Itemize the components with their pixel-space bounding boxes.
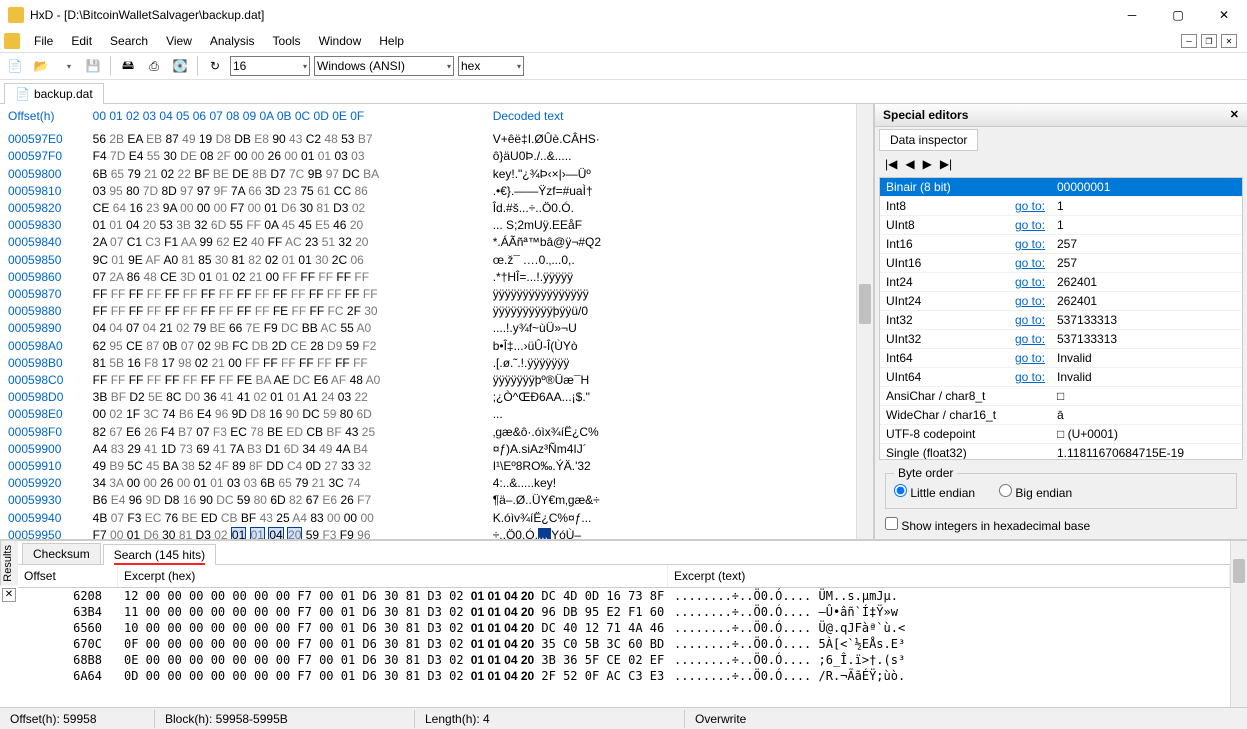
byteorder-group: Byte order <box>894 466 957 480</box>
menu-view[interactable]: View <box>158 32 200 50</box>
menu-search[interactable]: Search <box>102 32 156 50</box>
col-offset[interactable]: Offset <box>18 565 118 587</box>
result-row[interactable]: 670C0F 00 00 00 00 00 00 00 F7 00 01 D6 … <box>18 636 1230 652</box>
side-close-button[interactable]: ✕ <box>1230 108 1239 122</box>
ram-button[interactable]: ⎙ <box>143 55 165 77</box>
data-inspector-tab[interactable]: Data inspector <box>879 129 978 151</box>
menu-edit[interactable]: Edit <box>63 32 100 50</box>
mdi-close[interactable]: ✕ <box>1221 34 1237 48</box>
app-icon <box>8 7 24 23</box>
result-row[interactable]: 6A640D 00 00 00 00 00 00 00 F7 00 01 D6 … <box>18 668 1230 684</box>
refresh-button[interactable]: ↻ <box>204 55 226 77</box>
result-row[interactable]: 68B80E 00 00 00 00 00 00 00 F7 00 01 D6 … <box>18 652 1230 668</box>
status-mode: Overwrite <box>685 710 1247 728</box>
col-excerpt-text[interactable]: Excerpt (text) <box>668 565 1230 587</box>
menu-window[interactable]: Window <box>311 32 370 50</box>
disk2-button[interactable]: 💽 <box>169 55 191 77</box>
checksum-tab[interactable]: Checksum <box>22 543 101 564</box>
open-file-button[interactable]: 📂 <box>30 55 52 77</box>
new-file-button[interactable]: 📄 <box>4 55 26 77</box>
mdi-restore[interactable]: ❐ <box>1201 34 1217 48</box>
hex-base-checkbox[interactable]: Show integers in hexadecimal base <box>885 517 1090 533</box>
window-title: HxD - [D:\BitcoinWalletSalvager\backup.d… <box>30 8 264 22</box>
little-endian-radio[interactable]: Little endian <box>894 484 975 500</box>
bytes-per-row-select[interactable]: 16▾ <box>230 56 310 76</box>
results-grid[interactable]: Offset Excerpt (hex) Excerpt (text) 6208… <box>18 565 1230 707</box>
file-tab-label: backup.dat <box>34 87 93 101</box>
results-scrollbar[interactable] <box>1230 541 1247 707</box>
inspector-row[interactable]: Int16go to:257 <box>880 235 1242 254</box>
mdi-minimize[interactable]: ─ <box>1181 34 1197 48</box>
app-icon-small <box>4 33 20 49</box>
inspector-row[interactable]: UTF-8 codepoint□ (U+0001) <box>880 425 1242 444</box>
nav-last-icon[interactable]: ▶| <box>940 157 952 171</box>
inspector-row[interactable]: Single (float32)1.11811670684715E-19 <box>880 444 1242 460</box>
hex-editor[interactable]: Offset(h) 00 01 02 03 04 05 06 07 08 09 … <box>0 104 856 539</box>
inspector-list[interactable]: Binair (8 bit)00000001Int8go to:1UInt8go… <box>879 177 1243 460</box>
results-side-tab[interactable]: Results <box>0 541 18 586</box>
inspector-row[interactable]: Int8go to:1 <box>880 197 1242 216</box>
inspector-row[interactable]: AnsiChar / char8_t□ <box>880 387 1242 406</box>
result-row[interactable]: 656010 00 00 00 00 00 00 00 F7 00 01 D6 … <box>18 620 1230 636</box>
nav-next-icon[interactable]: ▶ <box>923 157 932 171</box>
search-results-tab[interactable]: Search (145 hits) <box>103 544 216 565</box>
inspector-row[interactable]: UInt8go to:1 <box>880 216 1242 235</box>
save-button[interactable]: 💾 <box>82 55 104 77</box>
inspector-row[interactable]: UInt16go to:257 <box>880 254 1242 273</box>
file-icon: 📄 <box>15 87 30 101</box>
open-dropdown[interactable]: ▾ <box>56 55 78 77</box>
nav-prev-icon[interactable]: ◀ <box>905 157 914 171</box>
status-length: Length(h): 4 <box>415 710 685 728</box>
menu-help[interactable]: Help <box>371 32 412 50</box>
charset-select[interactable]: Windows (ANSI)▾ <box>314 56 454 76</box>
side-panel-title: Special editors <box>883 108 968 122</box>
menu-file[interactable]: File <box>26 32 61 50</box>
file-tab[interactable]: 📄 backup.dat <box>4 83 104 104</box>
inspector-row[interactable]: UInt24go to:262401 <box>880 292 1242 311</box>
minimize-button[interactable]: ─ <box>1109 0 1155 30</box>
nav-first-icon[interactable]: |◀ <box>885 157 897 171</box>
inspector-row[interactable]: UInt64go to:Invalid <box>880 368 1242 387</box>
maximize-button[interactable]: ▢ <box>1155 0 1201 30</box>
status-offset: Offset(h): 59958 <box>0 710 155 728</box>
inspector-row[interactable]: Binair (8 bit)00000001 <box>880 178 1242 197</box>
viewmode-select[interactable]: hex▾ <box>458 56 524 76</box>
inspector-row[interactable]: WideChar / char16_tā <box>880 406 1242 425</box>
big-endian-radio[interactable]: Big endian <box>999 484 1072 500</box>
result-row[interactable]: 63B411 00 00 00 00 00 00 00 F7 00 01 D6 … <box>18 604 1230 620</box>
result-row[interactable]: 620812 00 00 00 00 00 00 00 F7 00 01 D6 … <box>18 588 1230 604</box>
close-button[interactable]: ✕ <box>1201 0 1247 30</box>
inspector-row[interactable]: Int32go to:537133313 <box>880 311 1242 330</box>
results-close-button[interactable]: ✕ <box>2 588 16 602</box>
menu-analysis[interactable]: Analysis <box>202 32 263 50</box>
menu-tools[interactable]: Tools <box>265 32 309 50</box>
hex-scrollbar[interactable] <box>856 104 873 539</box>
disk-button[interactable]: 🖴 <box>117 55 139 77</box>
status-block: Block(h): 59958-5995B <box>155 710 415 728</box>
col-excerpt-hex[interactable]: Excerpt (hex) <box>118 565 668 587</box>
inspector-row[interactable]: Int64go to:Invalid <box>880 349 1242 368</box>
inspector-row[interactable]: Int24go to:262401 <box>880 273 1242 292</box>
inspector-row[interactable]: UInt32go to:537133313 <box>880 330 1242 349</box>
